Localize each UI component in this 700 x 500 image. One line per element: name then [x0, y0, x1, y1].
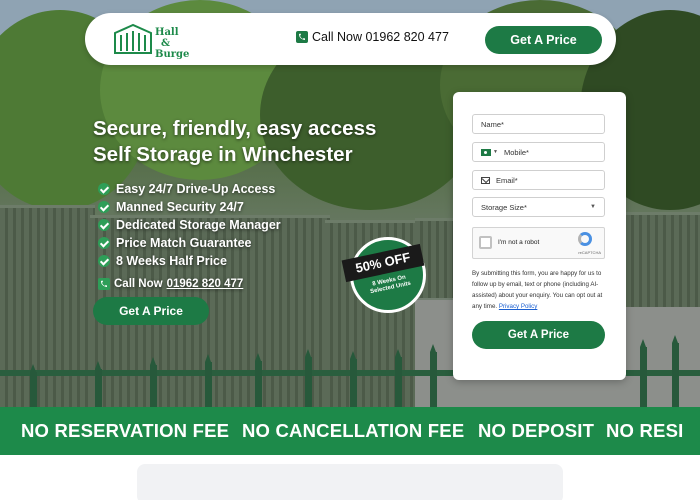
banner-item: NO RESI — [606, 420, 684, 441]
form-submit-button[interactable]: Get A Price — [472, 321, 605, 349]
hero-call-prefix: Call Now — [114, 278, 163, 290]
hero-headline: Secure, friendly, easy access Self Stora… — [93, 116, 376, 168]
check-circle-icon — [98, 219, 110, 231]
hero-call-link[interactable]: Call Now 01962 820 477 — [98, 278, 243, 290]
fence-post — [430, 344, 437, 407]
storage-container — [0, 205, 95, 407]
headline-line-1: Secure, friendly, easy access — [93, 117, 377, 140]
header-call-link[interactable]: Call Now 01962 820 477 — [296, 30, 449, 44]
fence-post — [350, 351, 357, 407]
recaptcha-label: I'm not a robot — [498, 239, 540, 246]
header-get-price-button[interactable]: Get A Price — [485, 26, 602, 54]
feature-item: 8 Weeks Half Price — [98, 252, 281, 270]
fence-post — [395, 349, 402, 407]
recaptcha-checkbox[interactable] — [479, 236, 492, 249]
banner-item: NO RESERVATION FEE — [21, 420, 230, 441]
fence-post — [30, 364, 37, 407]
check-circle-icon — [98, 201, 110, 213]
fence-post — [150, 357, 157, 407]
chevron-down-icon[interactable]: ▼ — [493, 149, 498, 155]
hero-call-number[interactable]: 01962 820 477 — [167, 278, 244, 290]
content-card — [137, 464, 563, 500]
fence-post — [305, 349, 312, 407]
fence-post — [640, 339, 647, 407]
storage-size-select[interactable]: Storage Size* ▼ — [472, 197, 605, 217]
mobile-placeholder: Mobile* — [503, 147, 529, 157]
check-circle-icon — [98, 183, 110, 195]
uk-flag-icon[interactable] — [481, 148, 491, 156]
mobile-input[interactable]: ▼ Mobile* — [472, 142, 605, 162]
banner-item: NO DEPOSIT — [478, 420, 595, 441]
storage-size-placeholder: Storage Size* — [481, 202, 527, 212]
envelope-icon — [481, 176, 490, 184]
recaptcha-brand: reCAPTCHA — [578, 250, 601, 255]
hero-get-price-button[interactable]: Get A Price — [93, 297, 209, 325]
storage-container — [626, 212, 700, 307]
recaptcha-widget: I'm not a robot reCAPTCHA — [472, 227, 605, 259]
feature-item: Price Match Guarantee — [98, 234, 281, 252]
check-circle-icon — [98, 255, 110, 267]
banner-item: NO CANCELLATION FEE — [242, 420, 465, 441]
feature-list: Easy 24/7 Drive-Up Access Manned Securit… — [98, 180, 281, 270]
header-call-label: Call Now 01962 820 477 — [312, 30, 449, 44]
quote-form: Name* ▼ Mobile* Email* Storage Size* ▼ I… — [453, 92, 626, 380]
feature-label: Manned Security 24/7 — [116, 200, 244, 214]
logo-line: Burge — [155, 49, 190, 60]
phone-icon — [98, 278, 110, 290]
feature-label: Dedicated Storage Manager — [116, 218, 281, 232]
check-circle-icon — [98, 237, 110, 249]
feature-label: Price Match Guarantee — [116, 236, 252, 250]
name-input[interactable]: Name* — [472, 114, 605, 134]
fence-post — [672, 335, 679, 407]
feature-label: Easy 24/7 Drive-Up Access — [116, 182, 276, 196]
logo[interactable]: Hall & Burge — [113, 21, 189, 60]
logo-line: Hall — [155, 27, 179, 38]
benefits-banner: NO RESERVATION FEE NO CANCELLATION FEE N… — [0, 407, 700, 455]
feature-item: Dedicated Storage Manager — [98, 216, 281, 234]
phone-icon — [296, 31, 308, 43]
fence-post — [255, 353, 262, 407]
feature-item: Manned Security 24/7 — [98, 198, 281, 216]
site-header: Hall & Burge Call Now 01962 820 477 Get … — [85, 13, 616, 65]
fence-post — [95, 361, 102, 407]
headline-line-2: Self Storage in Winchester — [93, 143, 353, 166]
recaptcha-icon — [578, 232, 592, 246]
form-disclaimer: By submitting this form, you are happy f… — [472, 268, 610, 312]
below-fold-section — [0, 455, 700, 500]
fence-post — [205, 354, 212, 407]
logo-line: & — [161, 38, 171, 49]
email-input[interactable]: Email* — [472, 170, 605, 190]
container-logo-icon — [114, 23, 152, 54]
email-placeholder: Email* — [496, 175, 518, 185]
chevron-down-icon: ▼ — [590, 204, 596, 210]
feature-item: Easy 24/7 Drive-Up Access — [98, 180, 281, 198]
feature-label: 8 Weeks Half Price — [116, 254, 227, 268]
logo-text: Hall & Burge — [155, 27, 189, 60]
privacy-policy-link[interactable]: Privacy Policy — [499, 303, 538, 310]
name-placeholder: Name* — [481, 119, 504, 129]
